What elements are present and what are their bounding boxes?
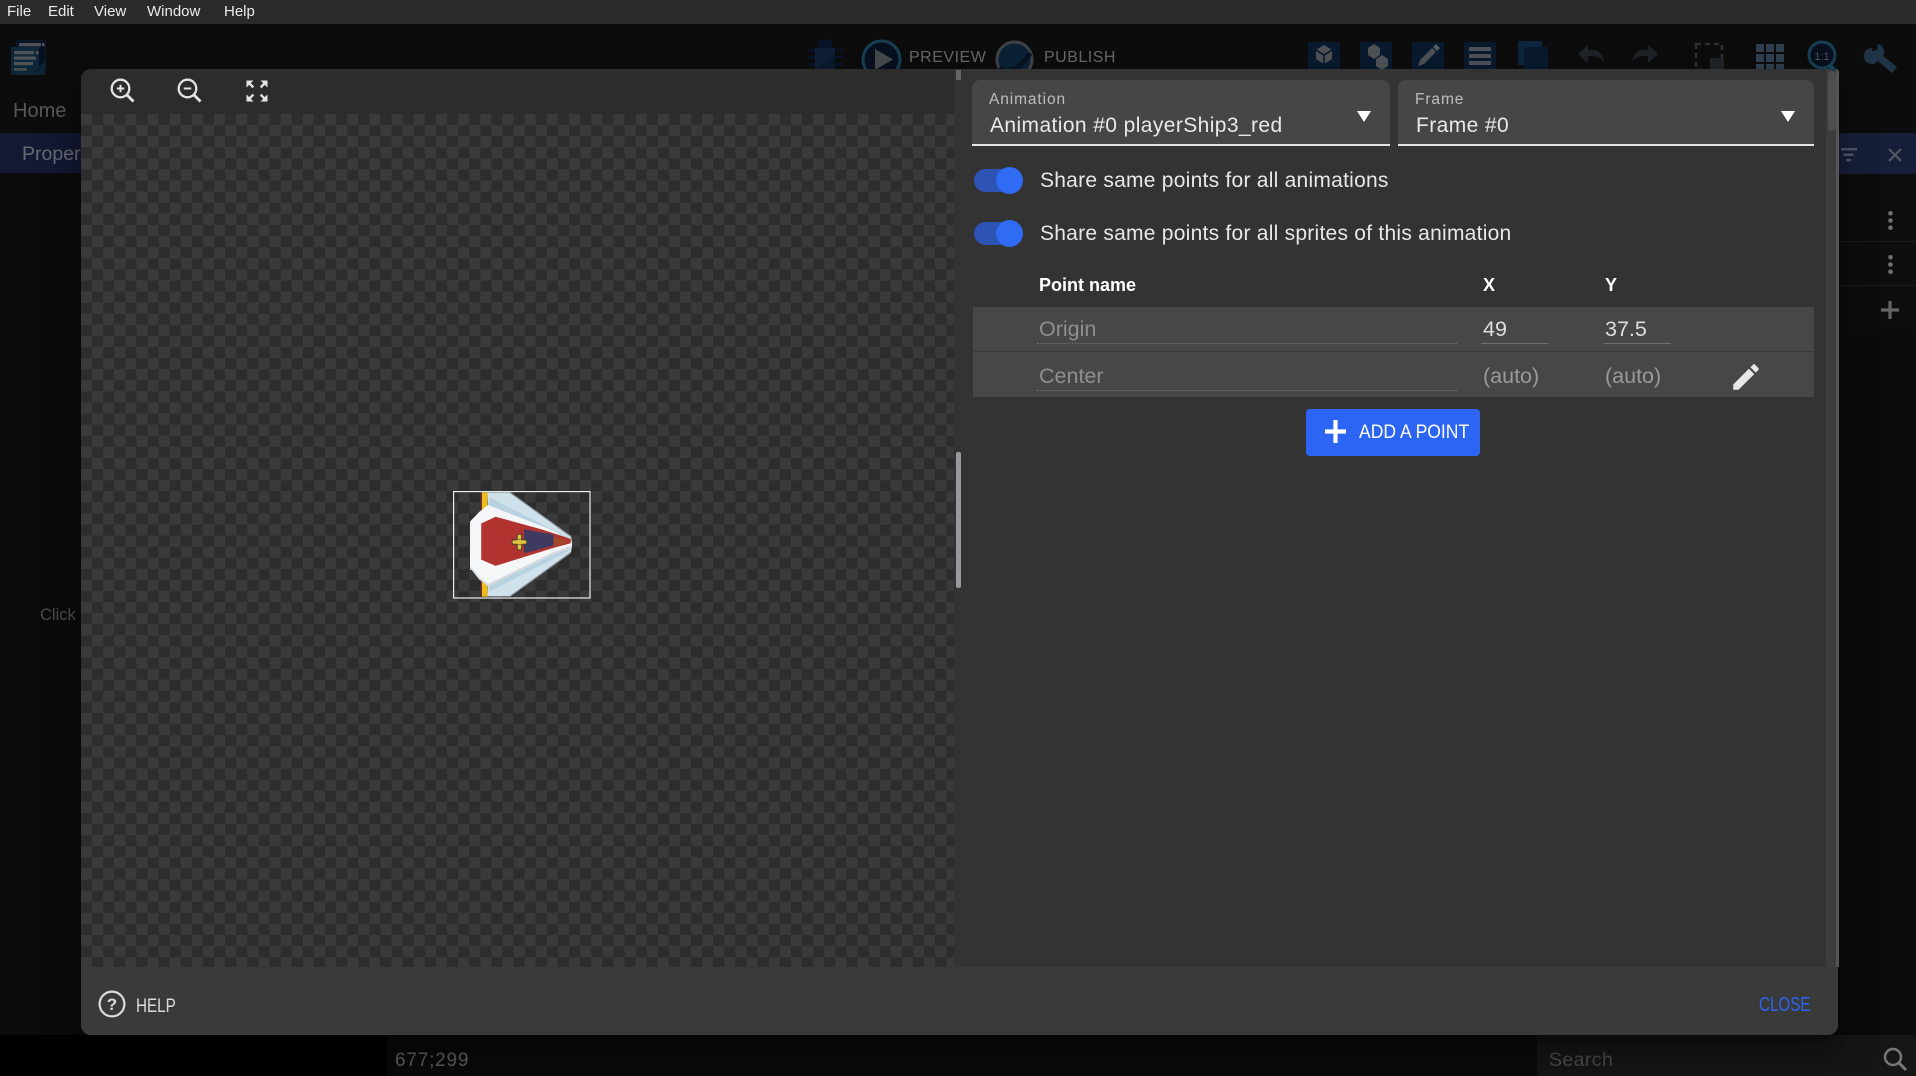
svg-text:?: ? bbox=[107, 995, 117, 1014]
